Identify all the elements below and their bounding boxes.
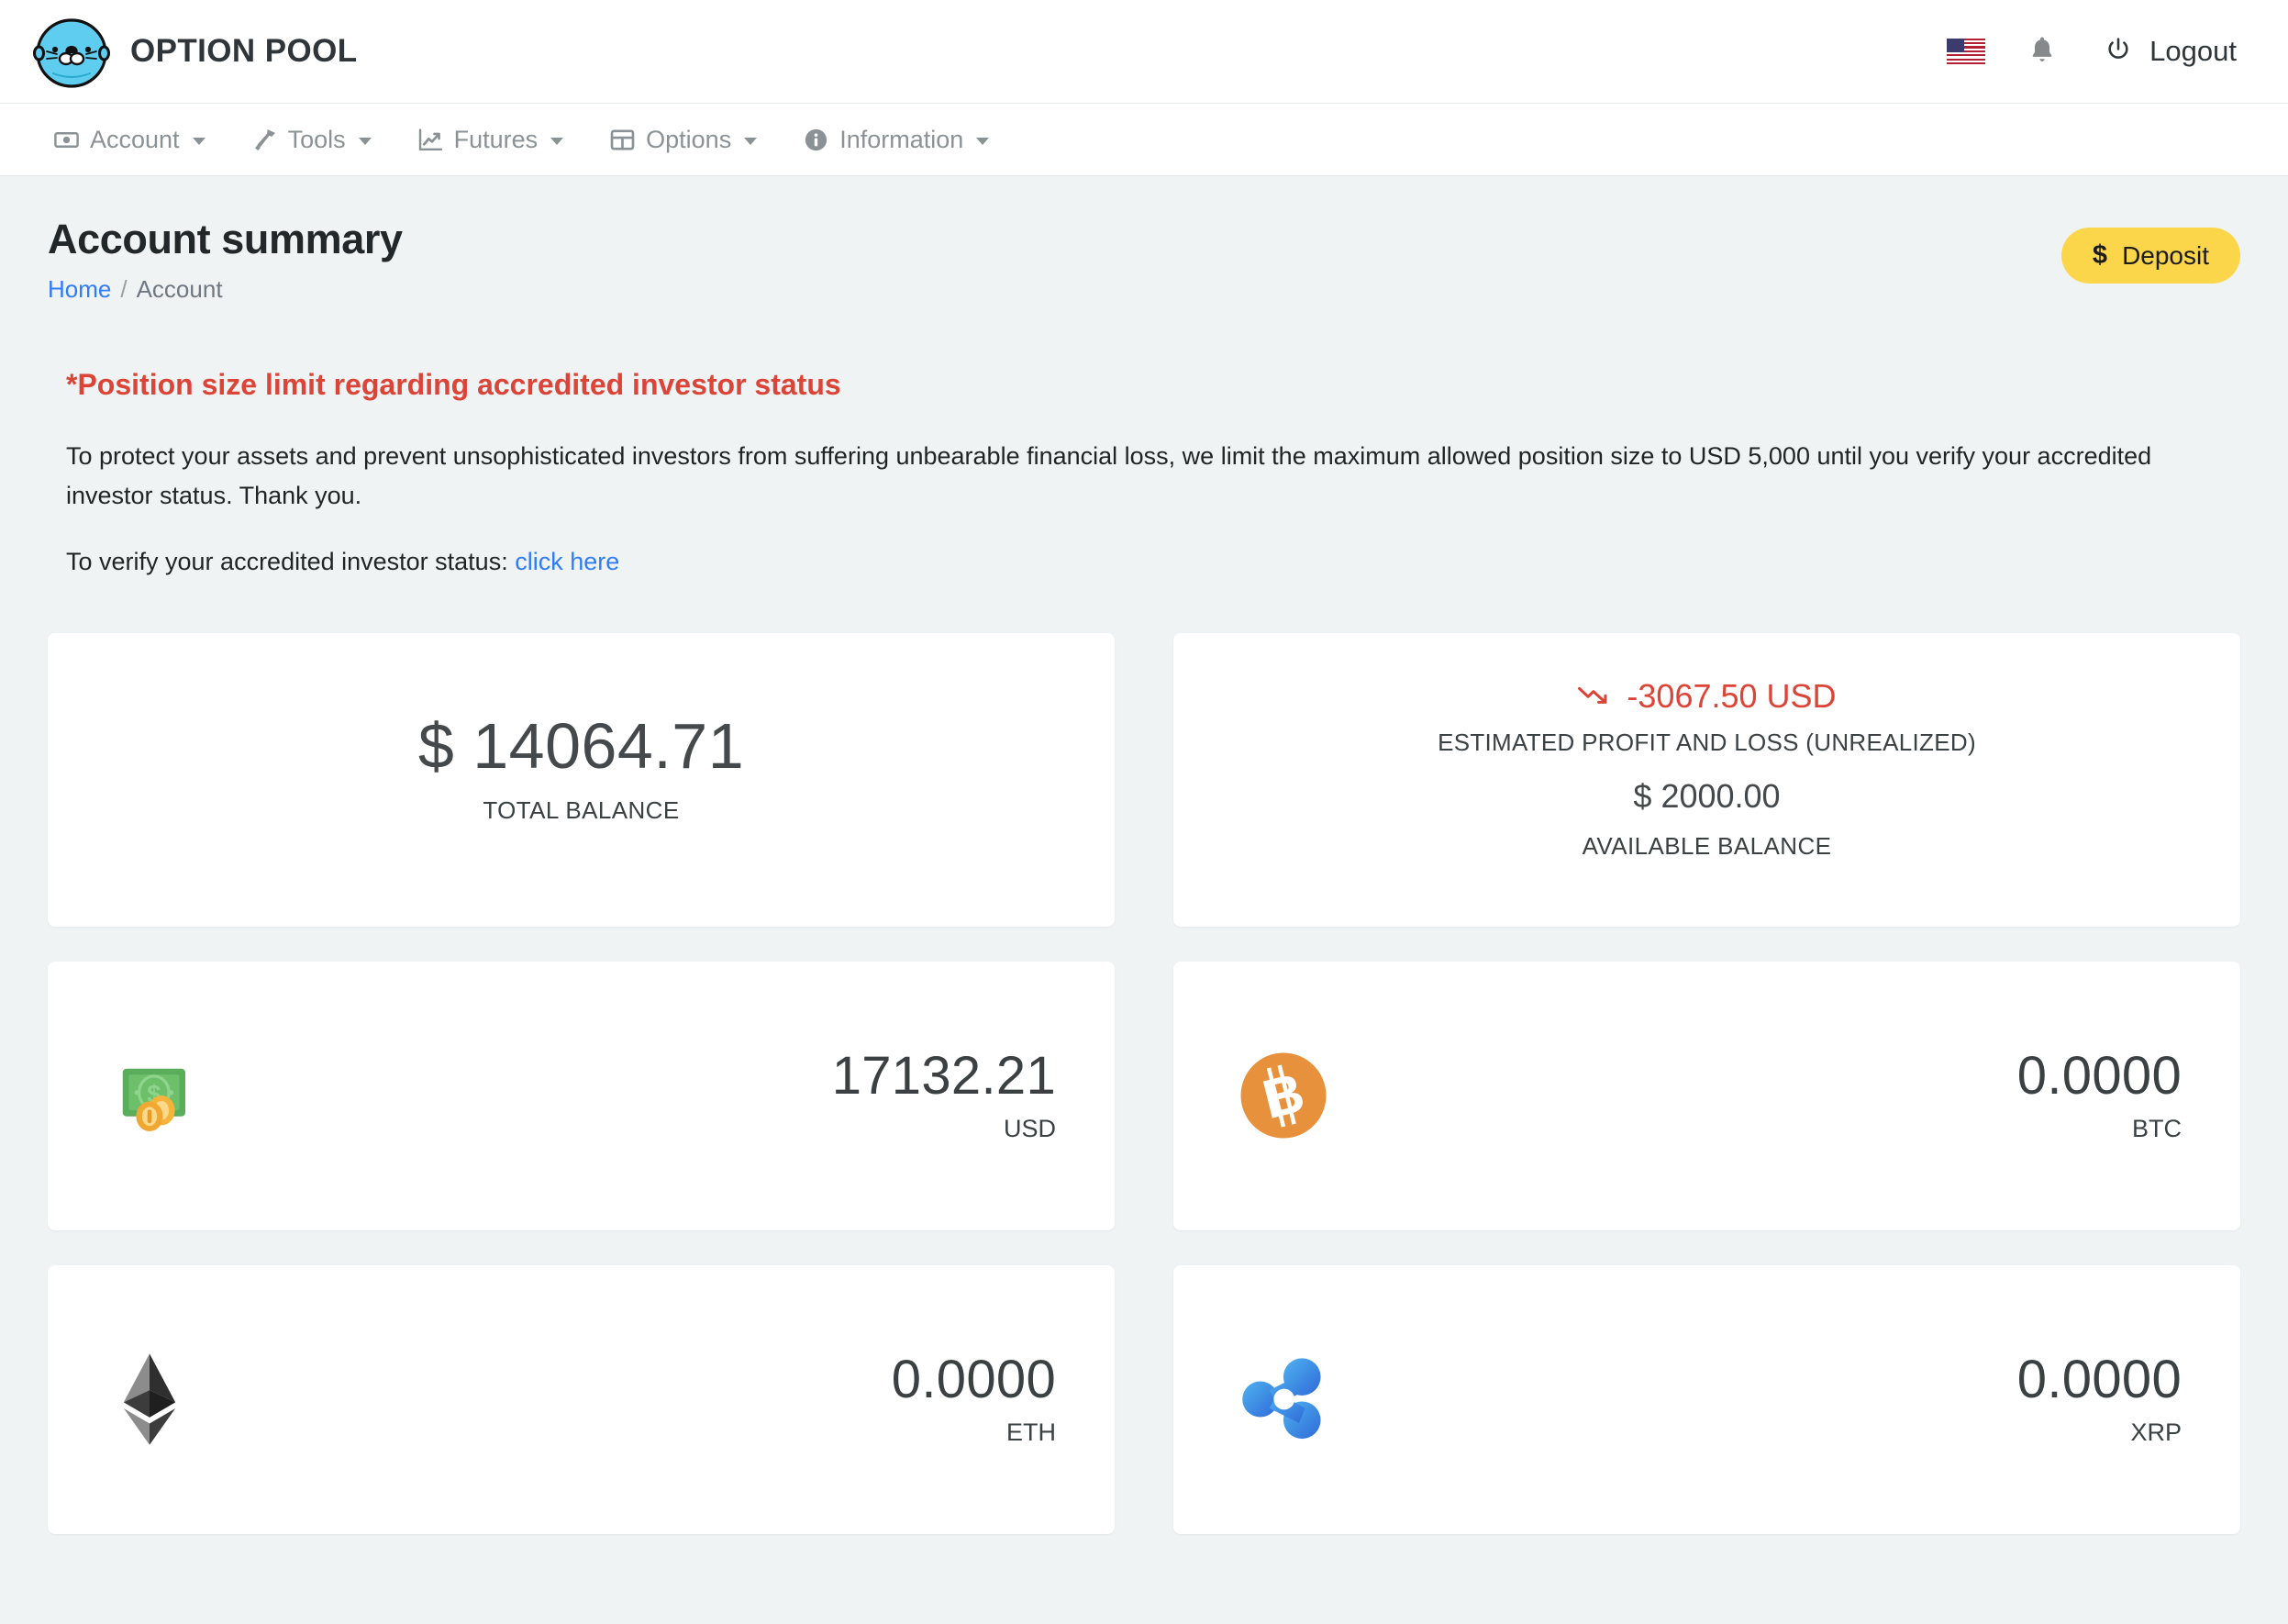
chevron-down-icon — [744, 137, 758, 145]
page-header: Account summary Home / Account $ Deposit — [48, 176, 2240, 304]
xrp-amount: 0.0000 — [2016, 1349, 2182, 1409]
nav-label-options: Options — [646, 125, 732, 153]
balance-card-eth: 0.0000 ETH — [48, 1264, 1115, 1534]
eth-code: ETH — [1006, 1418, 1056, 1447]
breadcrumb-current: Account — [136, 274, 223, 303]
pnl-row: -3067.50 USD — [1577, 676, 1837, 716]
pnl-amount: -3067.50 USD — [1627, 676, 1837, 715]
xrp-code: XRP — [2130, 1418, 2182, 1447]
nav-label-futures: Futures — [453, 125, 539, 153]
usd-values: 17132.21 USD — [211, 1045, 1056, 1144]
deposit-button[interactable]: $ Deposit — [2060, 228, 2240, 284]
ethereum-icon — [114, 1351, 211, 1448]
bitcoin-icon: B — [1239, 1051, 1337, 1140]
balance-card-usd: $ 17132.21 USD — [48, 961, 1115, 1230]
logout-label: Logout — [2149, 35, 2237, 67]
usd-money-icon: $ — [114, 1048, 211, 1143]
notification-bell-icon — [2028, 34, 2056, 70]
nav-item-options[interactable]: Options — [589, 117, 783, 163]
chevron-down-icon — [358, 137, 372, 145]
verify-click-here-link[interactable]: click here — [515, 548, 619, 575]
eth-amount: 0.0000 — [891, 1349, 1056, 1409]
nav-label-account: Account — [90, 125, 180, 153]
chevron-down-icon — [976, 137, 990, 145]
brand[interactable]: OPTION POOL — [33, 13, 357, 90]
btc-values: 0.0000 BTC — [1337, 1045, 2182, 1144]
info-circle-icon — [803, 127, 829, 153]
header-actions: Logout — [1929, 24, 2242, 79]
pnl-label: ESTIMATED PROFIT AND LOSS (UNREALIZED) — [1438, 728, 1976, 756]
notice-verify-row: To verify your accredited investor statu… — [66, 548, 2240, 576]
nav-label-tools: Tools — [287, 125, 346, 153]
eth-values: 0.0000 ETH — [211, 1349, 1056, 1448]
btc-amount: 0.0000 — [2016, 1045, 2182, 1106]
dollar-sign-icon: $ — [2092, 240, 2108, 270]
page-header-left: Account summary Home / Account — [48, 217, 2061, 304]
language-selector-button[interactable] — [1929, 26, 2003, 77]
breadcrumb-separator: / — [120, 274, 128, 303]
trend-down-icon — [1577, 677, 1612, 716]
otter-face-logo-icon — [33, 13, 110, 90]
ripple-xrp-icon — [1239, 1351, 1337, 1447]
top-header-bar: OPTION POOL Logout — [0, 0, 2288, 104]
us-flag-icon — [1947, 38, 1986, 65]
pnl-available-card: -3067.50 USD ESTIMATED PROFIT AND LOSS (… — [1173, 632, 2240, 927]
chevron-down-icon — [192, 137, 205, 145]
main-navigation-bar: Account Tools Futures Options Informatio… — [0, 104, 2288, 176]
notifications-button[interactable] — [2003, 24, 2082, 79]
brand-title: OPTION POOL — [130, 33, 358, 69]
banknote-icon — [53, 127, 80, 153]
btc-code: BTC — [2132, 1115, 2182, 1143]
notice-verify-prefix: To verify your accredited investor statu… — [66, 547, 508, 575]
nav-label-information: Information — [839, 125, 964, 153]
available-balance-amount: $ 2000.00 — [1633, 776, 1781, 815]
notice-title: *Position size limit regarding accredite… — [66, 367, 841, 401]
nav-item-information[interactable]: Information — [783, 117, 1015, 163]
balance-card-grid: $ 14064.71 TOTAL BALANCE -3067.50 USD ES… — [48, 632, 2240, 1534]
xrp-values: 0.0000 XRP — [1337, 1349, 2182, 1448]
hammer-icon — [251, 127, 278, 153]
balance-card-xrp: 0.0000 XRP — [1173, 1264, 2240, 1534]
page-title: Account summary — [48, 216, 403, 262]
nav-item-tools[interactable]: Tools — [231, 117, 397, 163]
power-icon — [2104, 35, 2133, 69]
nav-item-futures[interactable]: Futures — [397, 117, 590, 163]
total-balance-amount: $ 14064.71 — [417, 709, 745, 782]
available-balance-label: AVAILABLE BALANCE — [1582, 831, 1832, 860]
notice-body: To protect your assets and prevent unsop… — [66, 441, 2152, 510]
deposit-button-label: Deposit — [2122, 240, 2209, 270]
total-balance-label: TOTAL BALANCE — [483, 796, 680, 825]
line-chart-icon — [417, 127, 444, 153]
breadcrumb-home-link[interactable]: Home — [48, 275, 111, 304]
balance-card-btc: B 0.0000 BTC — [1173, 961, 2240, 1230]
page-content: Account summary Home / Account $ Deposit… — [0, 176, 2288, 1534]
investor-status-notice: *Position size limit regarding accredite… — [48, 304, 2240, 576]
chevron-down-icon — [550, 137, 564, 145]
nav-item-account[interactable]: Account — [33, 117, 231, 163]
logout-button[interactable]: Logout — [2082, 29, 2242, 74]
breadcrumb: Home / Account — [48, 275, 2061, 304]
usd-code: USD — [1003, 1115, 1056, 1143]
usd-amount: 17132.21 — [831, 1045, 1056, 1106]
table-grid-icon — [609, 127, 636, 153]
total-balance-card: $ 14064.71 TOTAL BALANCE — [48, 632, 1115, 927]
